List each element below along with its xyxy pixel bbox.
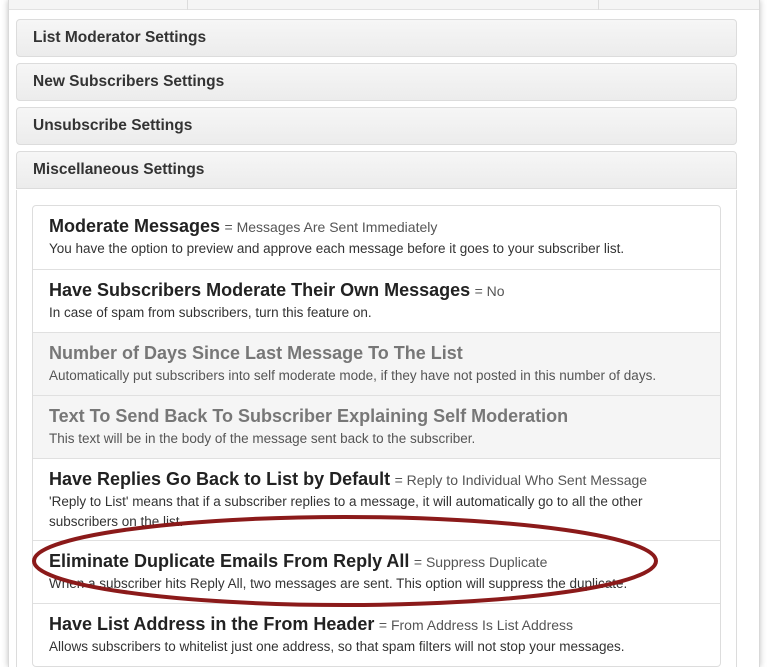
setting-description: You have the option to preview and appro… <box>49 241 625 256</box>
setting-description: In case of spam from subscribers, turn t… <box>49 305 372 320</box>
setting-self-moderation-text: Text To Send Back To Subscriber Explaini… <box>33 395 720 458</box>
section-label: Miscellaneous Settings <box>33 161 205 178</box>
settings-list: Moderate Messages = Messages Are Sent Im… <box>32 205 721 667</box>
setting-value: = Messages Are Sent Immediately <box>224 219 438 235</box>
setting-title: Text To Send Back To Subscriber Explaini… <box>49 406 569 426</box>
setting-value: = From Address Is List Address <box>378 617 574 633</box>
setting-title-line: Number of Days Since Last Message To The… <box>49 343 704 364</box>
section-label: List Moderator Settings <box>33 29 207 46</box>
section-unsubscribe-settings[interactable]: Unsubscribe Settings <box>16 107 737 145</box>
setting-list-address-from-header[interactable]: Have List Address in the From Header = F… <box>33 603 720 666</box>
setting-title-line: Text To Send Back To Subscriber Explaini… <box>49 406 704 427</box>
setting-title: Have Subscribers Moderate Their Own Mess… <box>49 280 471 300</box>
top-strip-divider <box>598 0 599 10</box>
setting-description: Allows subscribers to whitelist just one… <box>49 639 625 654</box>
setting-value: = Suppress Duplicate <box>413 554 548 570</box>
setting-moderate-messages[interactable]: Moderate Messages = Messages Are Sent Im… <box>33 206 720 269</box>
setting-title-line: Have Subscribers Moderate Their Own Mess… <box>49 280 704 301</box>
setting-description: 'Reply to List' means that if a subscrib… <box>49 494 643 529</box>
setting-subscribers-self-moderate[interactable]: Have Subscribers Moderate Their Own Mess… <box>33 269 720 332</box>
top-strip <box>9 0 759 10</box>
setting-title: Have List Address in the From Header <box>49 614 375 634</box>
setting-title: Number of Days Since Last Message To The… <box>49 343 463 363</box>
setting-title: Have Replies Go Back to List by Default <box>49 469 391 489</box>
setting-title-line: Have Replies Go Back to List by Default … <box>49 469 704 490</box>
top-strip-divider <box>187 0 188 10</box>
setting-replies-go-back-to-list[interactable]: Have Replies Go Back to List by Default … <box>33 458 720 540</box>
section-label: New Subscribers Settings <box>33 73 225 90</box>
setting-days-since-last-message: Number of Days Since Last Message To The… <box>33 332 720 395</box>
setting-title: Moderate Messages <box>49 216 221 236</box>
setting-description: Automatically put subscribers into self … <box>49 368 657 383</box>
setting-value: = No <box>474 283 505 299</box>
section-label: Unsubscribe Settings <box>33 117 193 134</box>
section-list-moderator-settings[interactable]: List Moderator Settings <box>16 19 737 57</box>
section-new-subscribers-settings[interactable]: New Subscribers Settings <box>16 63 737 101</box>
setting-description: This text will be in the body of the mes… <box>49 431 476 446</box>
setting-title-line: Have List Address in the From Header = F… <box>49 614 704 635</box>
setting-description: When a subscriber hits Reply All, two me… <box>49 576 628 591</box>
setting-title-line: Moderate Messages = Messages Are Sent Im… <box>49 216 704 237</box>
setting-title-line: Eliminate Duplicate Emails From Reply Al… <box>49 551 704 572</box>
setting-eliminate-duplicate-emails[interactable]: Eliminate Duplicate Emails From Reply Al… <box>33 540 720 603</box>
setting-title: Eliminate Duplicate Emails From Reply Al… <box>49 551 410 571</box>
setting-value: = Reply to Individual Who Sent Message <box>394 472 648 488</box>
section-miscellaneous-settings[interactable]: Miscellaneous Settings <box>16 151 737 189</box>
